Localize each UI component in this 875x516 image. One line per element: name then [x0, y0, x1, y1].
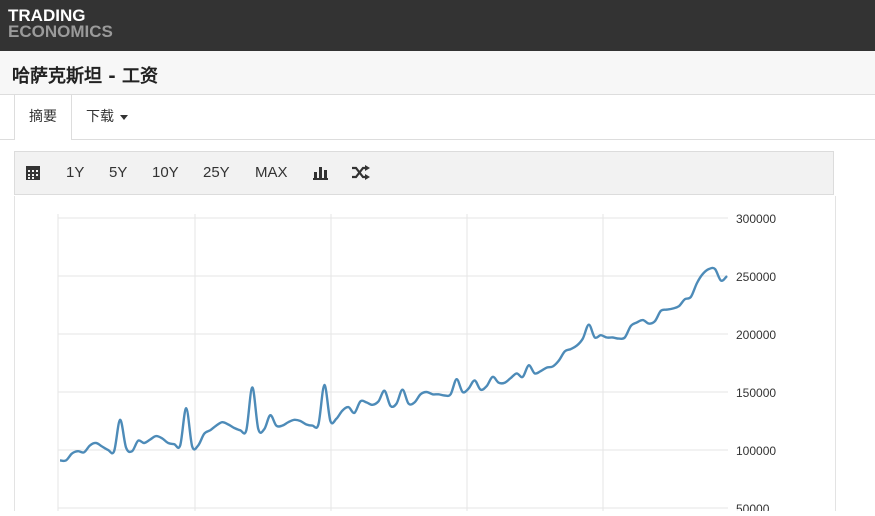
shuffle-icon[interactable]: [352, 165, 370, 185]
range-1y-button[interactable]: 1Y: [66, 152, 84, 194]
wage-chart: 50000 100000 150000 200000 250000 300000: [0, 196, 875, 516]
title-bar: 哈萨克斯坦 - 工资: [0, 51, 875, 95]
y-tick-label: 50000: [736, 502, 770, 511]
y-tick-label: 250000: [736, 270, 776, 284]
page-title: 哈萨克斯坦 - 工资: [12, 66, 159, 87]
y-tick-label: 300000: [736, 212, 776, 226]
caret-down-icon: [120, 114, 128, 120]
y-tick-label: 150000: [736, 386, 776, 400]
bar-chart-icon[interactable]: [313, 165, 328, 185]
top-navbar: TRADING ECONOMICS: [0, 0, 875, 51]
range-5y-button[interactable]: 5Y: [109, 152, 127, 194]
tab-summary[interactable]: 摘要: [14, 95, 72, 140]
y-tick-label: 200000: [736, 328, 776, 342]
range-10y-button[interactable]: 10Y: [152, 152, 179, 194]
tab-download-label: 下载: [86, 109, 114, 125]
tab-download[interactable]: 下载: [86, 95, 128, 139]
range-25y-button[interactable]: 25Y: [203, 152, 230, 194]
trading-economics-logo[interactable]: TRADING ECONOMICS: [8, 7, 113, 41]
range-max-button[interactable]: MAX: [255, 152, 288, 194]
wage-line-chart: 50000 100000 150000 200000 250000 300000: [57, 212, 776, 516]
wage-series-line[interactable]: [59, 266, 728, 463]
tab-bar: 摘要 下载: [0, 95, 875, 140]
calendar-icon[interactable]: [26, 165, 40, 185]
logo-line-2: ECONOMICS: [8, 22, 113, 41]
y-tick-label: 100000: [736, 444, 776, 458]
chart-toolbar: 1Y 5Y 10Y 25Y MAX: [14, 151, 834, 195]
tab-summary-label: 摘要: [29, 109, 57, 125]
